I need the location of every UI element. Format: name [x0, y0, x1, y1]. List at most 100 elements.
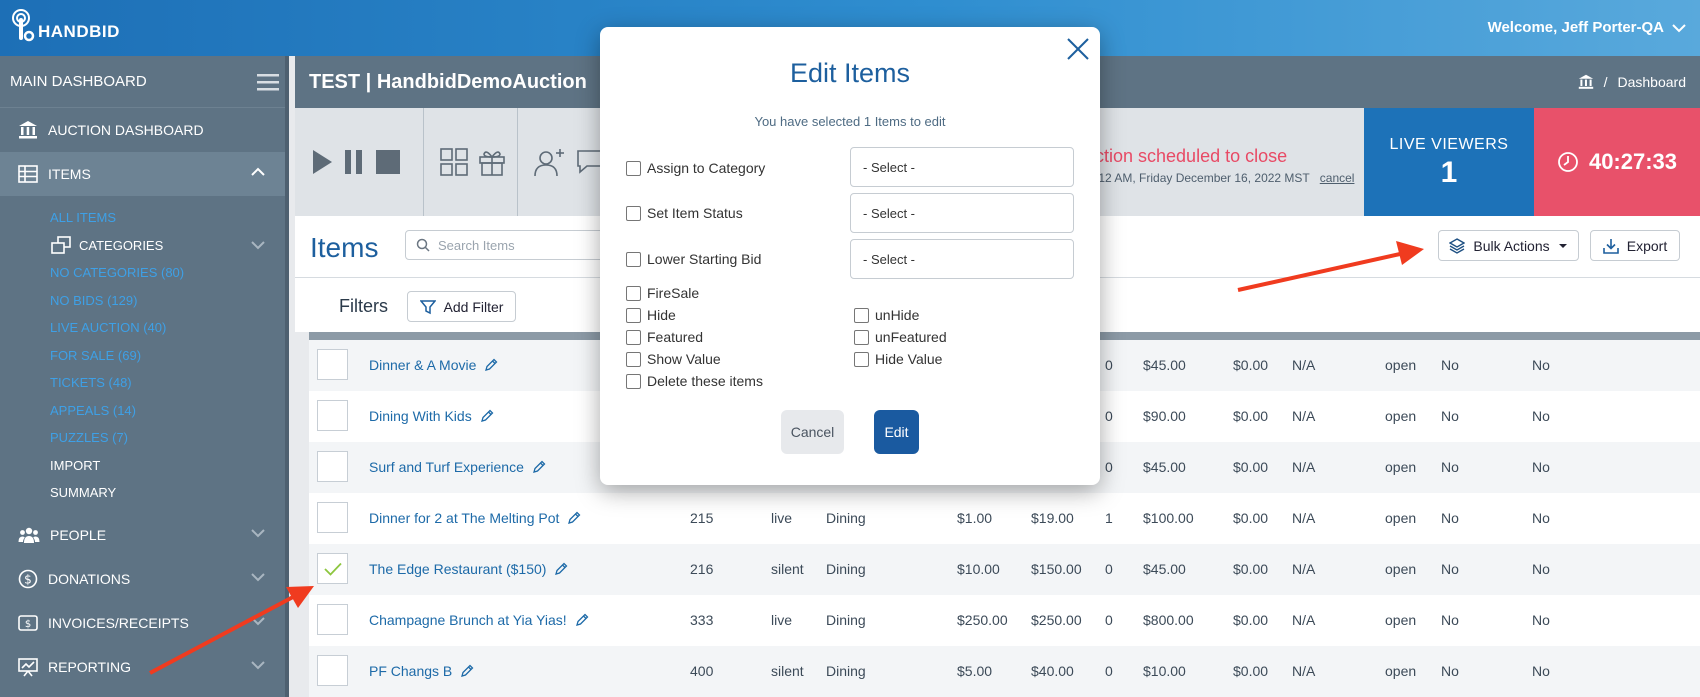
sidebar-header: MAIN DASHBOARD	[0, 56, 289, 108]
option-label: Featured	[647, 329, 704, 345]
row-checkbox[interactable]	[317, 451, 348, 482]
submenu-for-sale[interactable]: FOR SALE (69)	[50, 342, 289, 370]
row-checkbox[interactable]	[317, 400, 348, 431]
cell-featured: No	[1532, 510, 1550, 526]
option-label: FireSale	[647, 285, 700, 301]
submenu-tickets[interactable]: TICKETS (48)	[50, 369, 289, 397]
sidebar-item-items[interactable]: ITEMS	[0, 152, 289, 196]
sidebar-item-auction-dashboard[interactable]: AUCTION DASHBOARD	[0, 108, 289, 152]
select-value: - Select -	[863, 159, 916, 175]
hide-value-option: Hide Value	[854, 351, 942, 367]
row-checkbox[interactable]	[317, 655, 348, 686]
chevron-down-icon	[251, 616, 265, 625]
row-checkbox[interactable]	[317, 349, 348, 380]
item-name-link[interactable]: Champagne Brunch at Yia Yias!	[369, 612, 589, 628]
submenu-puzzles[interactable]: PUZZLES (7)	[50, 424, 289, 452]
hide-value-checkbox[interactable]	[854, 351, 869, 367]
item-name: Dinner & A Movie	[369, 357, 477, 373]
hide-checkbox[interactable]	[626, 307, 641, 323]
item-name-link[interactable]: The Edge Restaurant ($150)	[369, 561, 568, 577]
set-status-checkbox[interactable]	[626, 205, 641, 221]
export-button[interactable]: Export	[1590, 230, 1680, 261]
table-row[interactable]: The Edge Restaurant ($150) 216 silent Dinin…	[309, 544, 1700, 595]
bank-icon[interactable]	[1578, 74, 1594, 90]
row-checkbox[interactable]	[317, 502, 348, 533]
option-label: unFeatured	[875, 329, 947, 345]
gift-icon[interactable]	[478, 148, 506, 176]
cancel-button[interactable]: Cancel	[781, 410, 844, 454]
cell-status: open	[1385, 663, 1417, 679]
delete-option: Delete these items	[626, 373, 763, 389]
edit-button[interactable]: Edit	[874, 410, 919, 454]
closing-text: ction scheduled to close	[1095, 146, 1288, 166]
submenu-all-items[interactable]: ALL ITEMS	[50, 204, 289, 232]
submenu-import[interactable]: IMPORT	[50, 452, 289, 480]
cell-buy: N/A	[1292, 510, 1316, 526]
lower-bid-checkbox[interactable]	[626, 251, 641, 267]
sidebar-item-people[interactable]: PEOPLE	[0, 513, 289, 557]
show-value-checkbox[interactable]	[626, 351, 641, 367]
sidebar-item-donations[interactable]: $ DONATIONS	[0, 557, 289, 601]
play-icon[interactable]	[311, 149, 333, 175]
lower-bid-select[interactable]: - Select -	[850, 239, 1074, 279]
item-name-link[interactable]: Dinner for 2 at The Melting Pot	[369, 510, 581, 526]
closing-date-text: :12 AM, Friday December 16, 2022 MST	[1095, 171, 1310, 185]
grid-icon[interactable]	[440, 148, 468, 176]
status-select[interactable]: - Select -	[850, 193, 1074, 233]
submenu-categories[interactable]: CATEGORIES	[51, 232, 289, 260]
table-row[interactable]: PF Changs B 400 silent Dining $5.00 $40.00 0 $1…	[309, 646, 1700, 697]
item-name: The Edge Restaurant ($150)	[369, 561, 547, 577]
add-filter-button[interactable]: Add Filter	[407, 291, 516, 322]
cell-bid: $100.00	[1143, 510, 1194, 526]
bulk-actions-button[interactable]: Bulk Actions	[1438, 230, 1579, 261]
unfeatured-checkbox[interactable]	[854, 329, 869, 345]
pencil-icon[interactable]	[567, 511, 581, 525]
submenu-live-auction[interactable]: LIVE AUCTION (40)	[50, 314, 289, 342]
cancel-close-link[interactable]: cancel	[1320, 171, 1355, 185]
delete-checkbox[interactable]	[626, 373, 641, 389]
set-status-option: Set Item Status	[626, 205, 743, 221]
table-row[interactable]: Champagne Brunch at Yia Yias! 333 live Dini…	[309, 595, 1700, 646]
pencil-icon[interactable]	[484, 358, 498, 372]
cell-num: 215	[690, 510, 714, 526]
breadcrumb-current[interactable]: Dashboard	[1618, 74, 1687, 90]
sidebar-item-reporting[interactable]: REPORTING	[0, 645, 289, 689]
featured-checkbox[interactable]	[626, 329, 641, 345]
item-name-link[interactable]: PF Changs B	[369, 663, 474, 679]
user-menu[interactable]: Welcome, Jeff Porter-QA	[1488, 19, 1686, 36]
submenu-summary[interactable]: SUMMARY	[50, 479, 289, 507]
submenu-no-categories[interactable]: NO CATEGORIES (80)	[50, 259, 289, 287]
submenu-no-bids[interactable]: NO BIDS (129)	[50, 287, 289, 315]
handbid-logo[interactable]: HANDBID	[10, 8, 120, 42]
item-name-link[interactable]: Dinner & A Movie	[369, 357, 498, 373]
row-checkbox[interactable]	[317, 553, 348, 584]
search-input[interactable]: Search Items	[405, 230, 605, 260]
main-dashboard-label[interactable]: MAIN DASHBOARD	[10, 73, 147, 90]
firesale-checkbox[interactable]	[626, 285, 641, 301]
submenu-appeals[interactable]: APPEALS (14)	[50, 397, 289, 425]
pencil-icon[interactable]	[460, 664, 474, 678]
sidebar-scrollbar[interactable]	[285, 56, 289, 697]
assign-category-checkbox[interactable]	[626, 160, 641, 176]
sidebar: MAIN DASHBOARD AUCTION DASHBOARD ITEMS A…	[0, 56, 289, 697]
unhide-checkbox[interactable]	[854, 307, 869, 323]
cell-hidden: No	[1441, 612, 1459, 628]
row-checkbox[interactable]	[317, 604, 348, 635]
auction-closing-notice: ction scheduled to close :12 AM, Friday …	[1095, 146, 1354, 185]
pencil-icon[interactable]	[575, 613, 589, 627]
item-name-link[interactable]: Dining With Kids	[369, 408, 494, 424]
table-row[interactable]: Dinner for 2 at The Melting Pot 215 live Di…	[309, 493, 1700, 544]
add-user-icon[interactable]	[534, 147, 566, 177]
sidebar-item-invoices[interactable]: $ INVOICES/RECEIPTS	[0, 601, 289, 645]
dollar-circle-icon: $	[18, 569, 38, 588]
category-select[interactable]: - Select -	[850, 147, 1074, 187]
pencil-icon[interactable]	[554, 562, 568, 576]
pencil-icon[interactable]	[532, 460, 546, 474]
option-label: Set Item Status	[647, 205, 743, 221]
pencil-icon[interactable]	[480, 409, 494, 423]
stop-icon[interactable]	[375, 149, 401, 175]
pause-icon[interactable]	[343, 149, 365, 175]
svg-text:$: $	[25, 619, 31, 630]
item-name-link[interactable]: Surf and Turf Experience	[369, 459, 546, 475]
hamburger-menu-icon[interactable]	[257, 73, 279, 91]
